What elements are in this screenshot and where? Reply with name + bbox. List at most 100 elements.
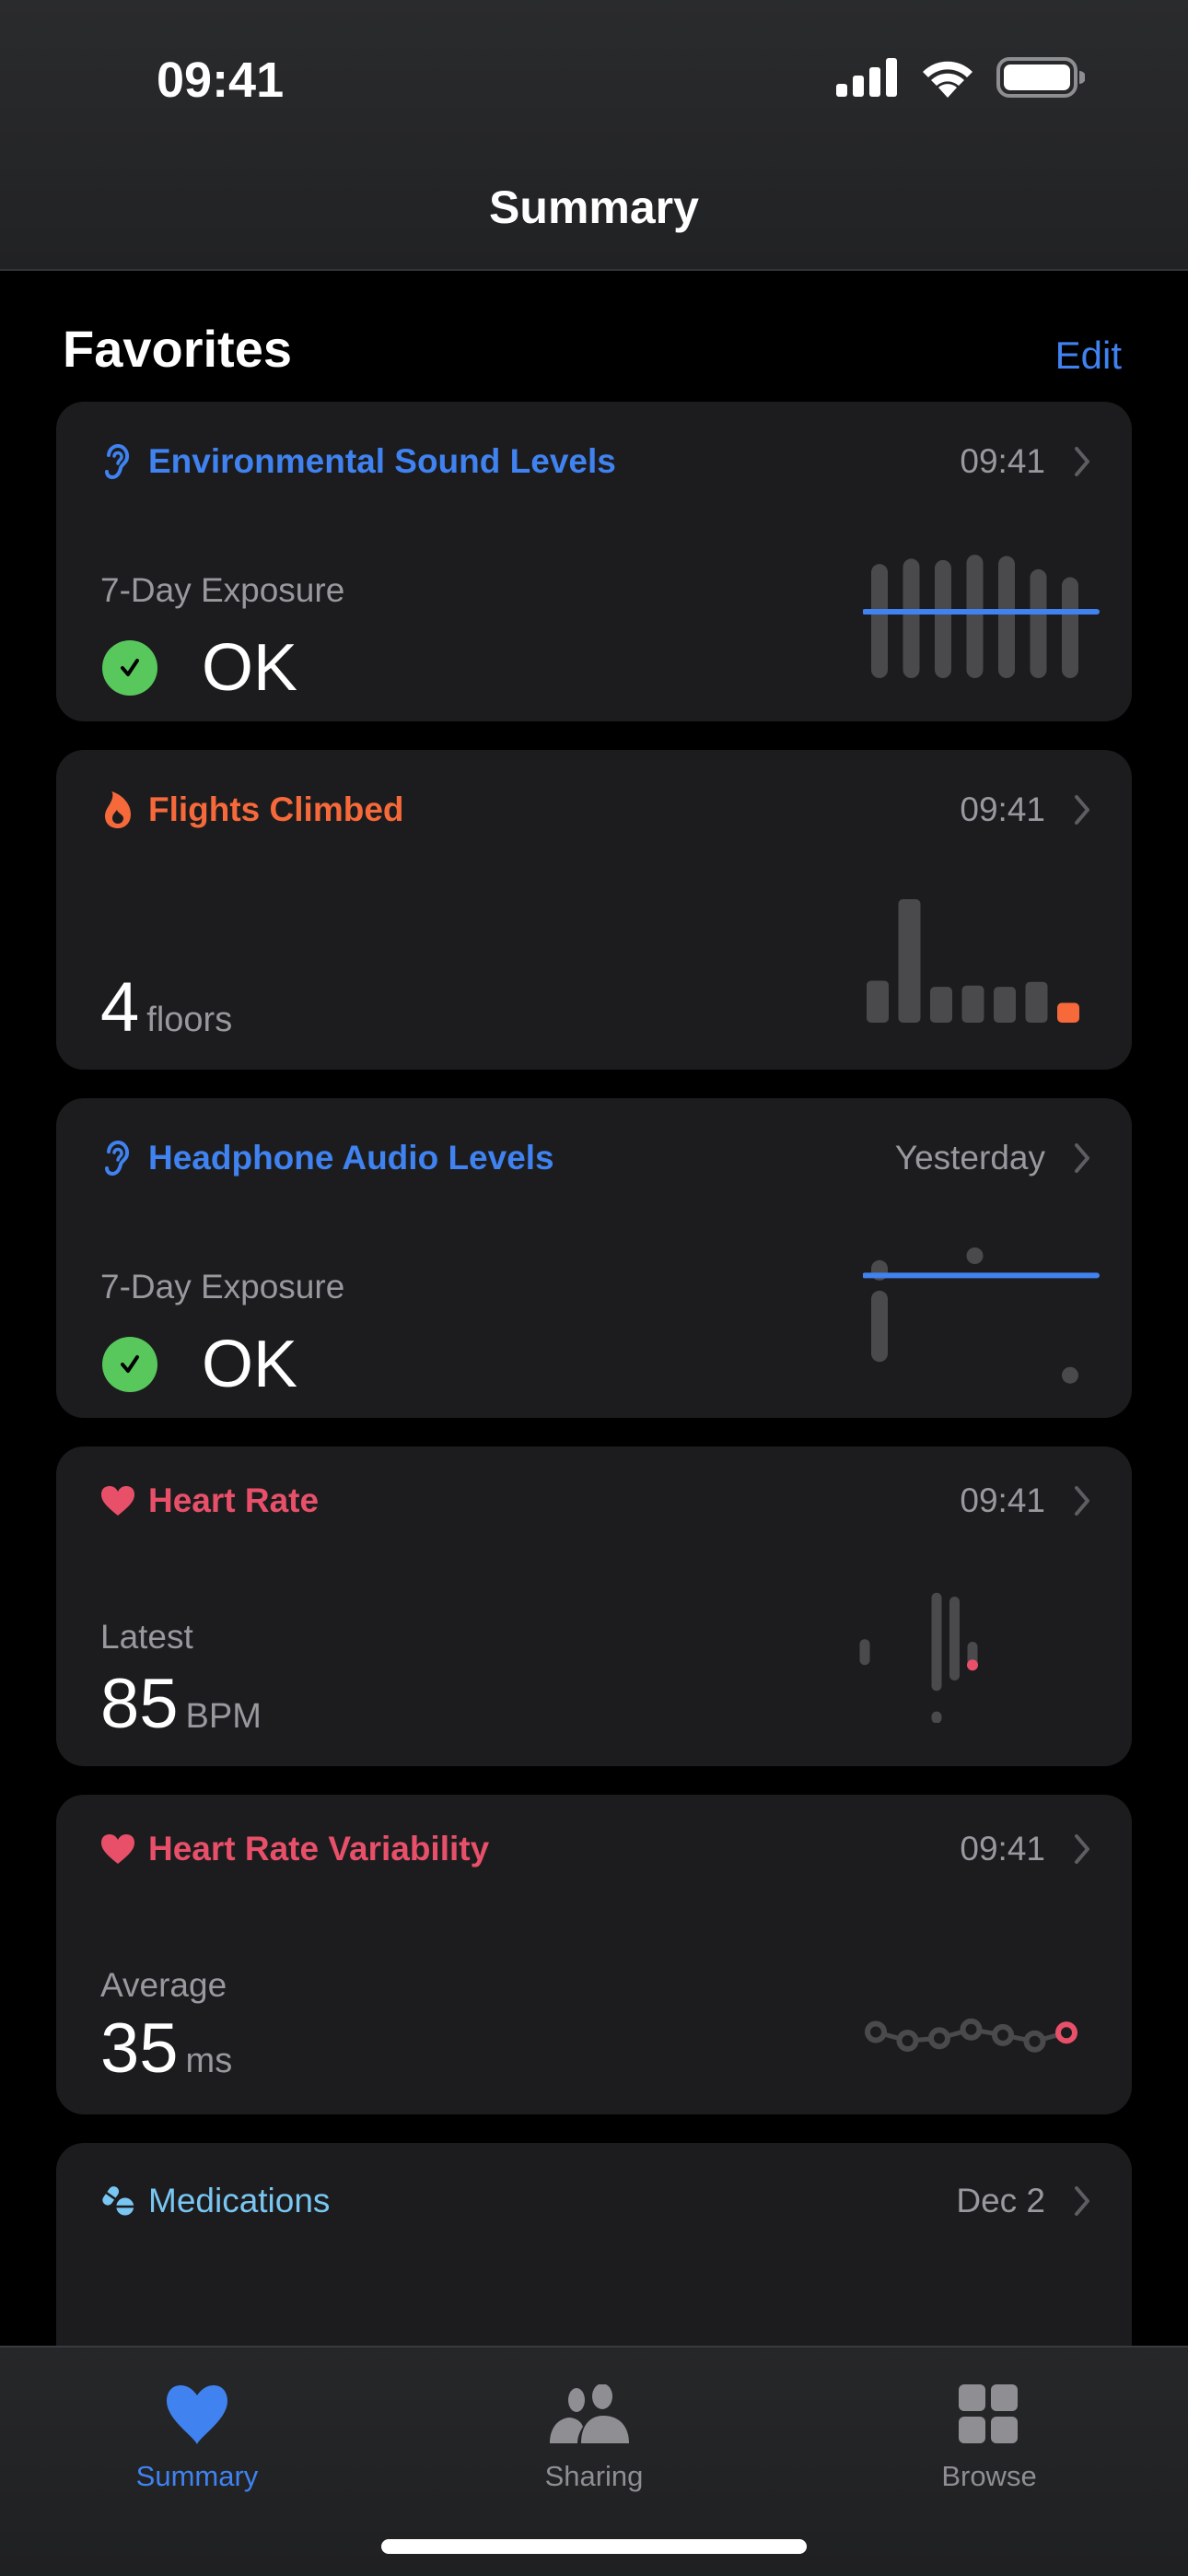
status-row: OK — [102, 1327, 297, 1402]
card-timestamp: Yesterday — [894, 1139, 1045, 1177]
chevron-right-icon — [1075, 447, 1089, 476]
grid-icon — [879, 2371, 1100, 2445]
tab-label: Browse — [941, 2460, 1037, 2492]
flights-bar — [994, 987, 1016, 1023]
tab-label: Sharing — [544, 2460, 644, 2492]
card-heart-rate-variability[interactable]: Heart Rate Variability 09:41 Average 35 … — [56, 1795, 1132, 2114]
flights-bar — [867, 980, 889, 1023]
flights-chart — [867, 899, 1079, 1023]
card-title: Flights Climbed — [148, 790, 404, 828]
range-bar — [903, 558, 920, 678]
chevron-right-icon — [1075, 2186, 1089, 2216]
card-header: Headphone Audio Levels Yesterday — [100, 1135, 1091, 1181]
range-bar — [966, 555, 984, 678]
card-timestamp: 09:41 — [960, 442, 1045, 480]
range-bar — [935, 559, 951, 678]
card-title: Environmental Sound Levels — [148, 442, 616, 480]
checkmark-circle-icon — [102, 1337, 157, 1392]
edit-button[interactable]: Edit — [1055, 334, 1122, 378]
card-title: Headphone Audio Levels — [148, 1139, 554, 1177]
chevron-right-icon — [1075, 795, 1089, 825]
heart-rate-range-bar — [859, 1639, 870, 1666]
home-indicator — [381, 2539, 807, 2554]
favorites-heading: Favorites — [63, 320, 292, 378]
chevron-right-icon — [1075, 1486, 1089, 1516]
hrv-point — [1023, 2030, 1046, 2053]
card-timestamp: 09:41 — [960, 790, 1045, 828]
heart-fill-icon — [87, 2371, 308, 2445]
heart-rate-unit: BPM — [185, 1697, 262, 1736]
value-row: 4 floors — [100, 967, 232, 1048]
heart-rate-range-bar — [931, 1592, 942, 1692]
chevron-right-icon — [1075, 1834, 1089, 1864]
page-title: Summary — [489, 181, 699, 233]
range-bar — [1062, 577, 1078, 678]
hrv-point — [928, 2027, 950, 2050]
sound-levels-chart — [863, 555, 1100, 678]
card-header: Heart Rate Variability 09:41 — [100, 1826, 1091, 1872]
heart-icon — [100, 1829, 135, 1869]
tab-sharing[interactable]: Sharing — [483, 2371, 705, 2493]
value-row: 85 BPM — [100, 1664, 262, 1744]
range-bar — [871, 1290, 888, 1363]
card-headphone-audio-levels[interactable]: Headphone Audio Levels Yesterday 7-Day E… — [56, 1098, 1132, 1418]
hrv-unit: ms — [185, 2042, 233, 2080]
flights-bar — [961, 985, 984, 1023]
heart-icon — [100, 1481, 135, 1521]
range-bar — [1062, 1366, 1078, 1384]
heart-rate-value: 85 — [100, 1665, 179, 1743]
card-label: 7-Day Exposure — [100, 571, 345, 609]
hrv-point — [960, 2018, 983, 2041]
range-bar — [966, 1247, 984, 1264]
heart-rate-chart — [859, 1592, 978, 1723]
flights-unit: floors — [146, 1001, 233, 1039]
pills-icon — [100, 2181, 135, 2221]
hrv-point — [896, 2030, 919, 2053]
card-timestamp: 09:41 — [960, 1830, 1045, 1868]
chevron-right-icon — [1075, 1143, 1089, 1173]
tab-browse[interactable]: Browse — [879, 2371, 1100, 2493]
card-timestamp: Dec 2 — [956, 2182, 1045, 2219]
status-value: OK — [202, 1328, 298, 1401]
card-title: Heart Rate — [148, 1481, 320, 1519]
card-flights-climbed[interactable]: Flights Climbed 09:41 4 floors — [56, 750, 1132, 1070]
headphone-levels-chart — [863, 1247, 1100, 1384]
card-title: Heart Rate Variability — [148, 1830, 490, 1868]
card-header: Flights Climbed 09:41 — [100, 787, 1091, 833]
range-bar — [871, 564, 888, 678]
battery-full-icon — [996, 57, 1085, 98]
card-label: Average — [100, 1966, 227, 2004]
ear-icon — [100, 1138, 135, 1178]
latest-point — [967, 1659, 978, 1671]
status-time: 09:41 — [157, 53, 285, 108]
hrv-point — [1055, 2021, 1077, 2044]
card-heart-rate[interactable]: Heart Rate 09:41 Latest 85 BPM — [56, 1446, 1132, 1766]
status-value: OK — [202, 631, 298, 705]
heart-rate-range-bar — [931, 1711, 942, 1723]
flights-bar — [898, 899, 921, 1023]
card-environmental-sound-levels[interactable]: Environmental Sound Levels 09:41 7-Day E… — [56, 402, 1132, 721]
hrv-point — [992, 2023, 1014, 2046]
hrv-value: 35 — [100, 2009, 179, 2088]
tab-summary[interactable]: Summary — [87, 2371, 308, 2493]
hrv-chart — [865, 2018, 1077, 2053]
heart-rate-range-bar — [949, 1597, 960, 1680]
status-icons — [836, 57, 1085, 98]
wifi-icon — [923, 61, 973, 98]
navigation-header: 09:41 Summary — [0, 0, 1188, 271]
people-icon — [483, 2371, 705, 2445]
cellular-signal-icon — [836, 58, 897, 97]
flights-bar — [930, 987, 952, 1023]
card-header: Medications Dec 2 — [100, 2178, 1091, 2224]
flights-value: 4 — [100, 968, 140, 1047]
value-row: 35 ms — [100, 2008, 232, 2089]
range-bar — [1030, 568, 1047, 678]
ear-icon — [100, 441, 135, 482]
range-bar — [998, 556, 1015, 678]
hrv-point — [865, 2020, 887, 2043]
card-header: Heart Rate 09:41 — [100, 1478, 1091, 1524]
tab-label: Summary — [135, 2460, 259, 2492]
flame-icon — [100, 790, 135, 830]
checkmark-circle-icon — [102, 640, 157, 696]
card-title: Medications — [148, 2182, 331, 2219]
